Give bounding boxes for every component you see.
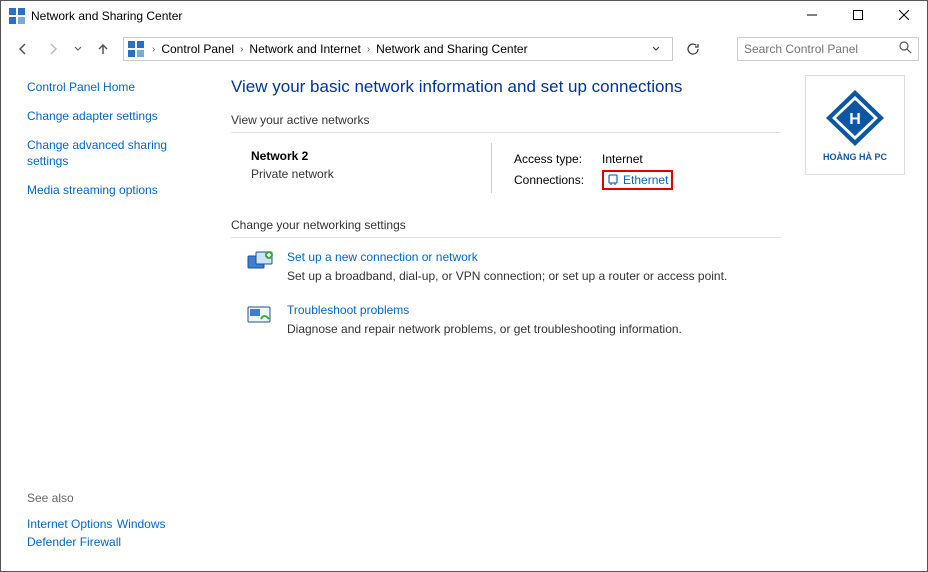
sidebar-link-sharing[interactable]: Change advanced sharing settings: [27, 137, 187, 171]
app-icon: [128, 41, 144, 57]
search-input[interactable]: [744, 42, 899, 56]
recent-dropdown[interactable]: [69, 45, 87, 53]
ethernet-icon: [607, 174, 619, 186]
troubleshoot-desc: Diagnose and repair network problems, or…: [287, 322, 682, 336]
chevron-right-icon[interactable]: ›: [363, 44, 374, 55]
window-title: Network and Sharing Center: [31, 9, 182, 23]
sidebar-link-home[interactable]: Control Panel Home: [27, 79, 211, 96]
chevron-right-icon[interactable]: ›: [236, 44, 247, 55]
seealso-link-0[interactable]: Internet Options: [27, 517, 112, 531]
app-icon: [9, 8, 25, 24]
connections-label: Connections:: [514, 169, 590, 191]
close-button[interactable]: [881, 1, 927, 29]
back-button[interactable]: [9, 37, 37, 61]
main-panel: H HOÀNG HÀ PC View your basic network in…: [211, 65, 927, 571]
troubleshoot-link[interactable]: Troubleshoot problems: [287, 303, 409, 317]
brand-badge: H HOÀNG HÀ PC: [805, 75, 905, 175]
up-button[interactable]: [89, 37, 117, 61]
refresh-button[interactable]: [681, 38, 705, 60]
setup-connection-link[interactable]: Set up a new connection or network: [287, 250, 478, 264]
access-type-label: Access type:: [514, 151, 590, 167]
setup-connection-desc: Set up a broadband, dial-up, or VPN conn…: [287, 269, 727, 283]
network-type: Private network: [251, 167, 491, 181]
sidebar-link-adapter[interactable]: Change adapter settings: [27, 108, 211, 125]
brand-label: HOÀNG HÀ PC: [823, 152, 887, 162]
crumb-1[interactable]: Network and Internet: [247, 40, 362, 58]
search-box[interactable]: [737, 37, 919, 61]
maximize-button[interactable]: [835, 1, 881, 29]
sidebar: Control Panel Home Change adapter settin…: [1, 65, 211, 571]
crumb-0[interactable]: Control Panel: [159, 40, 236, 58]
crumb-2[interactable]: Network and Sharing Center: [374, 40, 529, 58]
troubleshoot-icon: [247, 301, 275, 329]
active-networks-header: View your active networks: [231, 113, 781, 133]
title-bar: Network and Sharing Center: [1, 1, 927, 31]
network-name: Network 2: [251, 149, 491, 163]
nav-bar: › Control Panel › Network and Internet ›…: [1, 33, 927, 65]
see-also-label: See also: [27, 491, 211, 505]
setup-connection-icon: [247, 248, 275, 276]
address-dropdown[interactable]: [644, 38, 668, 60]
troubleshoot-item: Troubleshoot problems Diagnose and repai…: [231, 301, 907, 336]
setup-connection-item: Set up a new connection or network Set u…: [231, 248, 907, 283]
sidebar-link-media[interactable]: Media streaming options: [27, 182, 211, 199]
minimize-button[interactable]: [789, 1, 835, 29]
search-icon[interactable]: [899, 41, 912, 57]
change-settings-header: Change your networking settings: [231, 218, 781, 238]
connection-link-text: Ethernet: [623, 173, 668, 187]
svg-text:H: H: [849, 111, 861, 128]
address-bar[interactable]: › Control Panel › Network and Internet ›…: [123, 37, 673, 61]
chevron-right-icon[interactable]: ›: [148, 44, 159, 55]
connection-link[interactable]: Ethernet: [602, 170, 673, 190]
access-type-value: Internet: [592, 151, 679, 167]
forward-button: [39, 37, 67, 61]
